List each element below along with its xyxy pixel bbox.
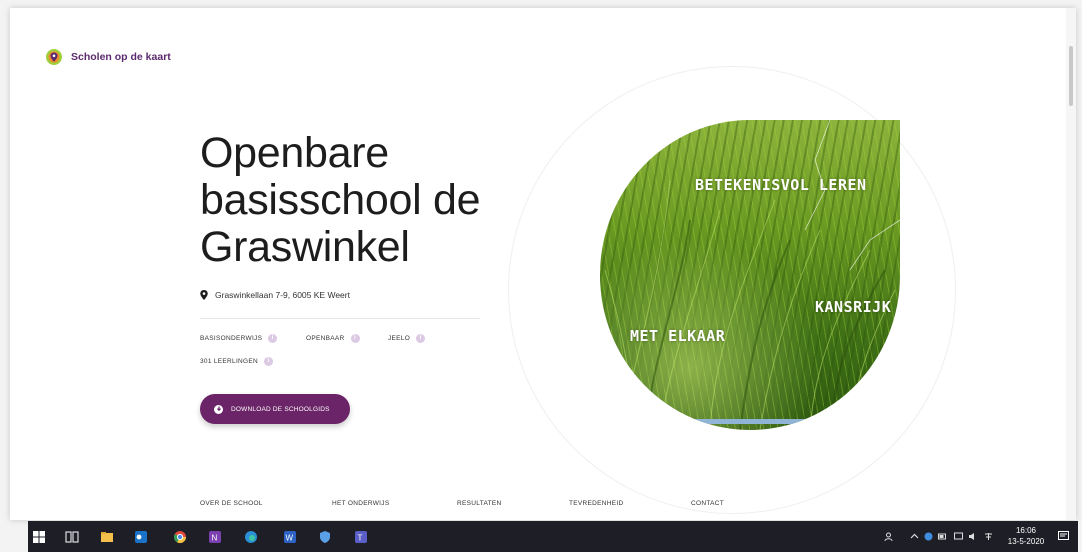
title-line-1: Openbare [200,129,389,177]
title-line-2: basisschool de [200,176,481,224]
page-title: Openbare basisschool de Graswinkel [200,129,481,271]
location-pin-icon [200,290,208,300]
file-explorer-icon[interactable] [100,530,114,544]
scrollbar[interactable] [1066,8,1076,520]
battery-icon[interactable] [938,532,947,541]
nav-contact[interactable]: CONTACT [691,500,724,507]
info-icon[interactable]: i [268,334,278,343]
edge-icon[interactable] [244,530,258,544]
task-view-icon[interactable] [65,530,79,544]
teams-icon[interactable]: T [354,530,368,544]
grass-illustration [604,120,900,430]
nav-over-de-school[interactable]: OVER DE SCHOOL [200,500,263,507]
download-button-label: DOWNLOAD DE SCHOOLGIDS [231,405,330,413]
divider [200,318,480,319]
school-address: Graswinkellaan 7-9, 6005 KE Weert [200,290,350,300]
hero-word-betekenisvol: BETEKENISVOL LEREN [695,176,867,194]
tag-leerlingen: 301 LEERLINGEN i [200,357,274,366]
language-icon[interactable] [984,532,993,541]
svg-text:N: N [212,534,218,543]
chrome-icon[interactable] [173,530,187,544]
word-icon[interactable]: W [283,530,297,544]
clock-date: 13-5-2020 [1007,537,1045,546]
onenote-icon[interactable]: N [208,530,222,544]
clock-time: 16:06 [1015,526,1037,535]
cloud-icon[interactable] [924,532,933,541]
download-icon [214,404,223,414]
system-tray: 16:06 13-5-2020 [858,521,1078,552]
site-logo[interactable]: Scholen op de kaart [45,48,171,66]
nav-tevredenheid[interactable]: TEVREDENHEID [569,500,624,507]
hero-bottom-strip [600,419,900,424]
nav-het-onderwijs[interactable]: HET ONDERWIJS [332,500,389,507]
chevron-up-icon[interactable] [910,532,919,541]
svg-text:T: T [358,534,363,543]
browser-window: Scholen op de kaart Openbare basisschool… [10,8,1076,520]
tag-openbaar: OPENBAAR i [306,334,360,343]
hero-word-partial: E [865,372,875,390]
svg-text:W: W [286,534,294,543]
start-icon[interactable] [32,530,46,544]
tag-basisonderwijs: BASISONDERWIJS i [200,334,278,343]
hero-word-kansrijk: KANSRIJK [815,298,892,316]
info-icon[interactable]: i [416,334,426,343]
tag-jeelo: JEELO i [388,334,426,343]
info-icon[interactable]: i [264,357,274,366]
notifications-icon[interactable] [1058,531,1069,542]
tag-label: JEELO [388,335,411,342]
volume-icon[interactable] [968,532,977,541]
tag-label: 301 LEERLINGEN [200,358,259,365]
nav-resultaten[interactable]: RESULTATEN [457,500,502,507]
windows-taskbar: N W T 16:06 13-5-2020 [28,521,1078,552]
title-line-3: Graswinkel [200,223,410,271]
taskbar-clock[interactable]: 16:06 13-5-2020 [1006,525,1046,547]
download-schoolgids-button[interactable]: DOWNLOAD DE SCHOOLGIDS [200,394,350,424]
info-icon[interactable]: i [350,334,360,343]
people-icon[interactable] [884,532,893,541]
scrollbar-thumb[interactable] [1069,46,1073,106]
hero-word-met-elkaar: MET ELKAAR [630,327,726,345]
hero-image-leaf: BETEKENISVOL LEREN KANSRIJK MET ELKAAR E [600,120,900,430]
tag-label: OPENBAAR [306,335,345,342]
shield-app-icon[interactable] [318,530,332,544]
outlook-icon[interactable] [134,530,148,544]
tag-label: BASISONDERWIJS [200,335,263,342]
network-icon[interactable] [954,532,963,541]
logo-text: Scholen op de kaart [71,51,171,63]
map-pin-icon [46,49,62,65]
address-text: Graswinkellaan 7-9, 6005 KE Weert [215,290,350,300]
section-nav: OVER DE SCHOOL HET ONDERWIJS RESULTATEN … [10,500,1076,514]
